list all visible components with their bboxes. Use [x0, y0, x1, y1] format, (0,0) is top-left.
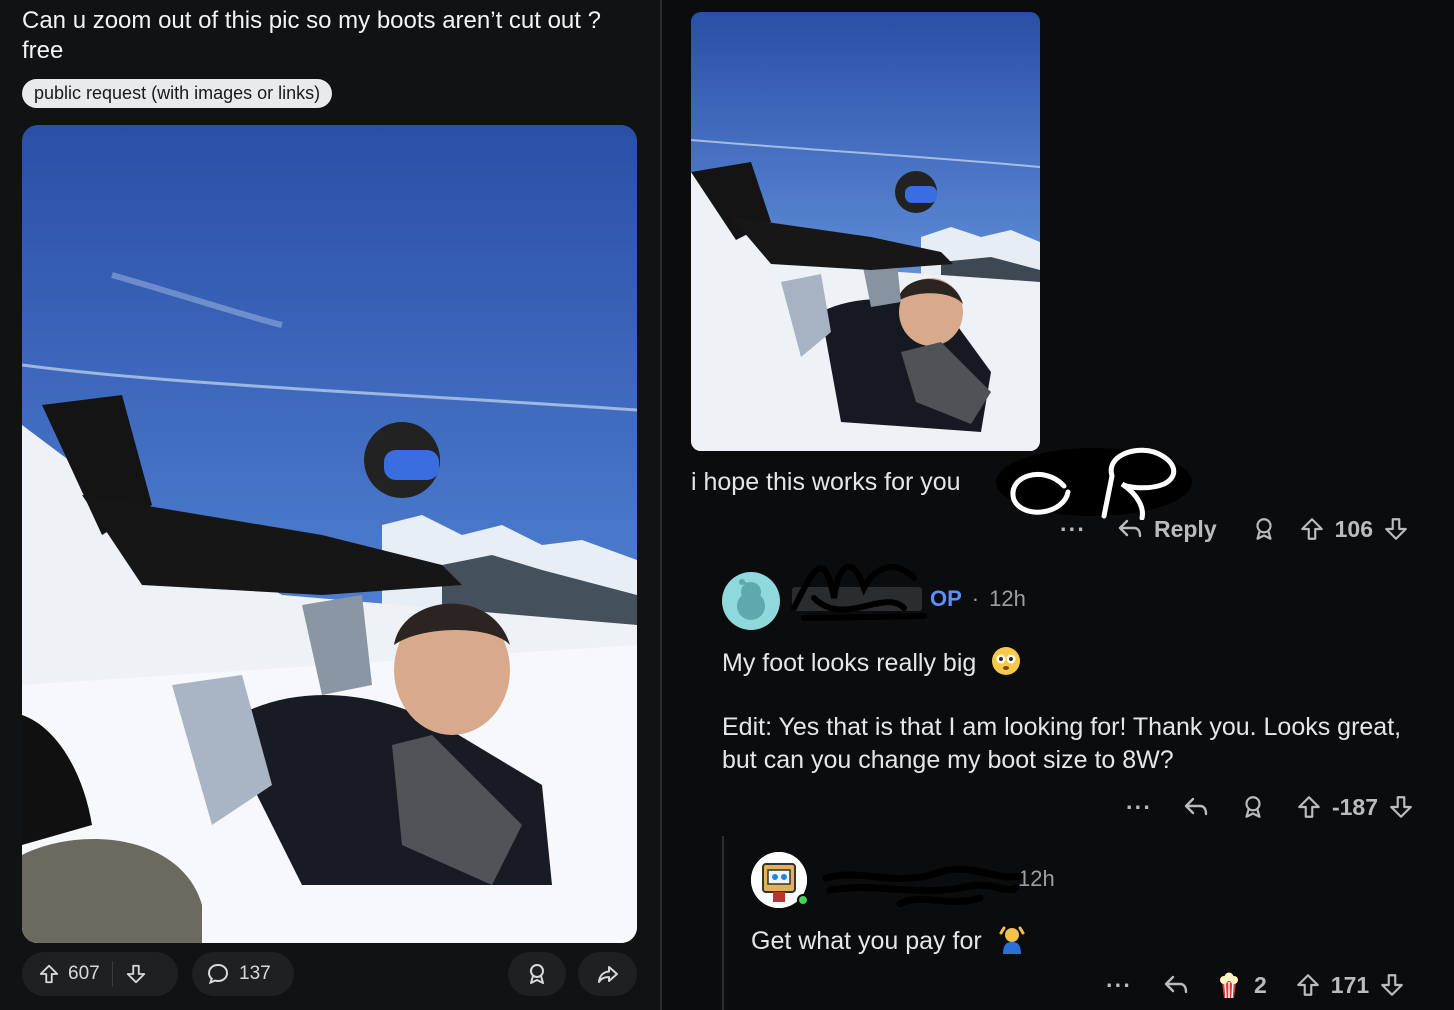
redaction-scribble [996, 447, 1192, 520]
more-options-icon[interactable]: ··· [1060, 516, 1086, 543]
downvote-icon[interactable] [1383, 516, 1409, 542]
downvote-icon[interactable] [1379, 972, 1405, 998]
award-button[interactable] [508, 952, 566, 996]
comment-2-body: My foot looks really big [722, 649, 977, 677]
post-vote-count: 607 [68, 963, 100, 984]
award-count: 2 [1253, 971, 1267, 998]
upvote-icon[interactable] [1296, 794, 1322, 820]
comment-3-actions: ··· 2 171 [1106, 966, 1405, 1004]
online-status-icon [797, 894, 809, 906]
more-options-icon[interactable]: ··· [1126, 794, 1152, 821]
post-image[interactable] [22, 125, 637, 943]
comment-3-votes: 171 [1330, 971, 1370, 998]
post-flair[interactable]: public request (with images or links) [22, 79, 333, 108]
comments-panel: i hope this works for you ··· Reply 106 … [662, 0, 1454, 1010]
comment-2-actions: ··· -187 [1126, 788, 1414, 826]
reply-button[interactable]: Reply [1154, 516, 1217, 543]
avatar[interactable] [722, 572, 780, 630]
more-options-icon[interactable]: ··· [1106, 972, 1132, 999]
comment-image-edited-photo[interactable] [691, 12, 1040, 451]
post-panel: Can u zoom out of this pic so my boots a… [0, 0, 660, 1010]
comment-1-actions: ··· Reply 106 [1060, 510, 1409, 548]
comment-2-timestamp: 12h [989, 586, 1026, 611]
award-icon[interactable] [1240, 794, 1266, 820]
comment-3-body: Get what you pay for [751, 927, 982, 955]
thread-line[interactable] [722, 836, 724, 1010]
zoomed-out-photo-illustration [691, 12, 1040, 451]
post-action-bar: 607 137 [22, 952, 637, 998]
comment-1-text: i hope this works for you [691, 468, 961, 496]
redaction-scribble [791, 563, 927, 621]
downvote-icon[interactable] [1388, 794, 1414, 820]
upvote-icon[interactable] [38, 963, 60, 985]
post-title[interactable]: Can u zoom out of this pic so my boots a… [22, 6, 632, 66]
comment-2-text: My foot looks really big [722, 646, 1422, 680]
reply-icon[interactable] [1116, 516, 1144, 542]
comment-2-votes: -187 [1331, 793, 1379, 820]
popcorn-award-icon[interactable] [1214, 970, 1244, 1000]
redaction-scribble [822, 865, 1024, 908]
comment-count: 137 [239, 963, 271, 984]
shrugging-emoji-icon [999, 926, 1025, 954]
comment-3-text: Get what you pay for [751, 924, 1027, 958]
snoo-avatar-icon [737, 579, 765, 620]
op-badge: OP [930, 586, 962, 611]
comments-button[interactable]: 137 [192, 952, 294, 996]
snow-photo-illustration [22, 125, 637, 943]
award-icon [530, 964, 544, 984]
reply-icon[interactable] [1162, 972, 1190, 998]
reply-icon[interactable] [1182, 794, 1210, 820]
downvote-icon[interactable] [125, 963, 147, 985]
comment-2-edit-text: Edit: Yes that is that I am looking for!… [722, 713, 1402, 774]
separator-dot: · [971, 586, 980, 611]
award-icon[interactable] [1251, 516, 1277, 542]
upvote-icon[interactable] [1295, 972, 1321, 998]
upvote-icon[interactable] [1299, 516, 1325, 542]
comment-1-votes: 106 [1334, 515, 1373, 542]
comment-icon [207, 963, 229, 985]
share-button[interactable] [578, 952, 637, 996]
vote-control: 607 [22, 952, 178, 996]
share-icon [597, 966, 618, 983]
flushed-emoji-icon [992, 647, 1021, 675]
